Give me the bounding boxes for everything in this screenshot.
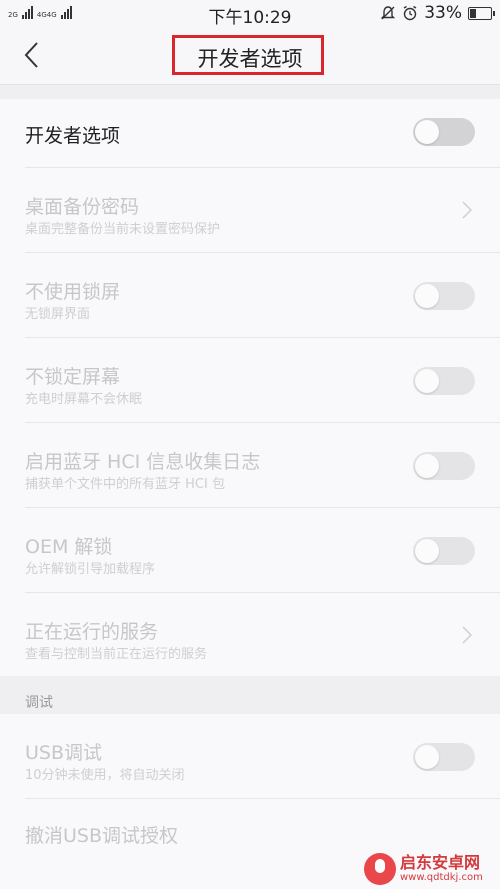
setting-subtitle: 捕获单个文件中的所有蓝牙 HCI 包 — [25, 477, 225, 492]
settings-row-usb-debugging[interactable]: USB调试 10分钟未使用，将自动关闭 — [25, 714, 500, 799]
section-gap — [0, 85, 500, 99]
toggle-knob — [415, 454, 439, 478]
battery-fill — [470, 8, 476, 18]
notification-muted-icon — [381, 6, 396, 20]
watermark-text: 启东安卓网 www.qdtdkj.com — [400, 854, 483, 884]
settings-row-oem-unlock[interactable]: OEM 解锁 允许解锁引导加载程序 — [25, 508, 500, 593]
toggle-knob — [415, 120, 439, 144]
setting-title: 不锁定屏幕 — [25, 366, 121, 388]
toggle-knob — [415, 745, 439, 769]
settings-row-no-lockscreen[interactable]: 不使用锁屏 无锁屏界面 — [25, 253, 500, 338]
setting-subtitle: 无锁屏界面 — [25, 307, 91, 322]
stay-awake-toggle[interactable] — [413, 367, 475, 395]
settings-row-stay-awake[interactable]: 不锁定屏幕 充电时屏幕不会休眠 — [25, 338, 500, 423]
oem-unlock-toggle[interactable] — [413, 537, 475, 565]
settings-row-bluetooth-hci-log[interactable]: 启用蓝牙 HCI 信息收集日志 捕获单个文件中的所有蓝牙 HCI 包 — [25, 423, 500, 508]
setting-title: 不使用锁屏 — [25, 281, 121, 303]
setting-subtitle: 充电时屏幕不会休眠 — [25, 392, 143, 407]
title-bar: 开发者选项 — [0, 28, 500, 85]
watermark-logo-icon — [364, 853, 396, 885]
setting-subtitle: 桌面完整备份当前未设置密码保护 — [25, 222, 221, 237]
section-title: 调试 — [25, 695, 53, 711]
status-bar: 2G 4G4G 下午10:29 33% — [0, 0, 500, 28]
setting-title: 启用蓝牙 HCI 信息收集日志 — [25, 451, 261, 473]
debug-section-header: 调试 — [0, 676, 500, 714]
developer-options-row[interactable]: 开发者选项 — [25, 99, 500, 168]
status-right: 33% — [380, 3, 495, 23]
bluetooth-hci-log-toggle[interactable] — [413, 452, 475, 480]
no-lockscreen-toggle[interactable] — [413, 282, 475, 310]
watermark-url: www.qdtdkj.com — [400, 872, 483, 883]
toggle-knob — [415, 539, 439, 563]
chevron-right-icon — [462, 626, 472, 644]
developer-options-label: 开发者选项 — [25, 125, 121, 147]
setting-title: 撤消USB调试授权 — [25, 825, 179, 847]
battery-icon — [468, 6, 495, 20]
setting-title: USB调试 — [25, 742, 103, 764]
toggle-knob — [415, 369, 439, 393]
setting-subtitle: 查看与控制当前正在运行的服务 — [25, 647, 208, 662]
developer-options-toggle[interactable] — [413, 118, 475, 146]
settings-row-backup-password[interactable]: 桌面备份密码 桌面完整备份当前未设置密码保护 — [25, 168, 500, 253]
watermark-name: 启东安卓网 — [400, 853, 481, 872]
setting-subtitle: 10分钟未使用，将自动关闭 — [25, 768, 185, 783]
toggle-knob — [415, 284, 439, 308]
settings-list: 开发者选项 桌面备份密码 桌面完整备份当前未设置密码保护 不使用锁屏 无锁屏界面… — [0, 99, 500, 677]
watermark: 启东安卓网 www.qdtdkj.com — [364, 849, 494, 889]
setting-title: OEM 解锁 — [25, 536, 113, 558]
setting-title: 正在运行的服务 — [25, 621, 159, 643]
usb-debugging-toggle[interactable] — [413, 743, 475, 771]
settings-row-running-services[interactable]: 正在运行的服务 查看与控制当前正在运行的服务 — [25, 593, 500, 677]
alarm-icon — [403, 5, 417, 21]
chevron-right-icon — [462, 201, 472, 219]
setting-title: 桌面备份密码 — [25, 196, 140, 218]
battery-percent: 33% — [424, 3, 462, 23]
page-title: 开发者选项 — [197, 47, 303, 71]
setting-subtitle: 允许解锁引导加载程序 — [25, 562, 156, 577]
